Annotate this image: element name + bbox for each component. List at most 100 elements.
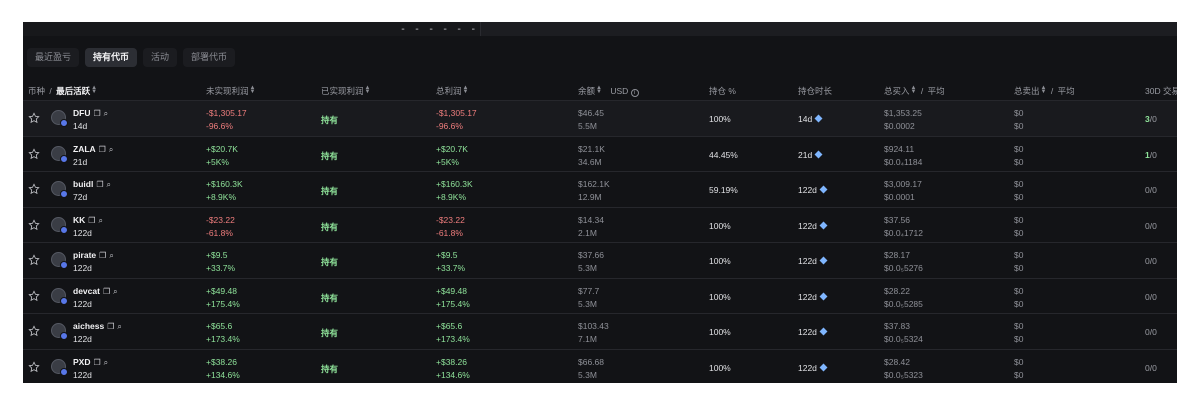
balance-usd: $103.43 [578,321,609,331]
last-active: 14d [73,121,88,131]
search-icon[interactable]: ⌕ [109,145,113,155]
diamond-icon [819,256,828,265]
chain-badge-icon [60,261,68,269]
header-total[interactable]: 总利润▲ ▼ [436,85,468,97]
unrealized-usd: +$38.26 [206,356,237,367]
unrealized-usd: -$23.22 [206,214,235,225]
search-icon[interactable]: ⌕ [117,322,121,332]
table-row[interactable]: ZALA ❐ ⌕ 21d +$20.7K +5K% 持有 +$20.7K +5K% … [23,135,1177,172]
balance-amount: 5.5M [578,121,597,131]
chain-badge-icon [60,367,68,376]
table-row[interactable]: pirate ❐ ⌕ 122d +$9.5 +33.7% 持有 +$9.5 +33.… [23,242,1177,278]
sold-avg: $0 [1014,227,1024,238]
bought-avg: $0.0₄1712 [884,227,923,238]
token-name[interactable]: PXD ❐ ⌕ [73,357,108,368]
sold-avg: $0 [1014,298,1024,309]
copy-icon[interactable]: ❐ [107,322,114,331]
token-avatar [51,252,68,269]
token-name[interactable]: aichess ❐ ⌕ [73,321,122,332]
tab-holdings[interactable]: 持有代币 [85,48,138,67]
bought-usd: $3,009.17 [884,179,922,189]
tab-deployed[interactable]: 部署代币 [183,48,236,67]
search-icon[interactable]: ⌕ [113,287,117,297]
diamond-icon [814,150,823,158]
chain-badge-icon [60,332,68,340]
holding-pct: 59.19% [709,185,738,195]
trades-30d: 0/0 [1145,291,1157,302]
info-icon[interactable]: i [630,89,639,97]
total-pct: +5K% [436,156,459,167]
copy-icon[interactable]: ❐ [93,358,100,367]
search-icon[interactable]: ⌕ [104,358,108,368]
table-row[interactable]: PXD ❐ ⌕ 122d +$38.26 +134.6% 持有 +$38.26 +1… [23,348,1177,384]
sold-avg: $0 [1014,192,1024,202]
balance-usd: $162.1K [578,179,610,189]
search-icon[interactable]: ⌕ [98,216,102,226]
table-row[interactable]: aichess ❐ ⌕ 122d +$65.6 +173.4% 持有 +$65.6 … [23,313,1177,349]
token-name[interactable]: buidl ❐ ⌕ [73,179,111,190]
star-icon[interactable] [28,325,40,337]
balance-usd: $77.7 [578,285,600,296]
token-name[interactable]: DFU ❐ ⌕ [73,108,108,119]
header-trades-30d: 30D 交易 [1145,86,1177,96]
unrealized-usd: -$1,305.17 [206,108,247,118]
total-usd: +$9.5 [436,250,458,260]
table-row[interactable]: DFU ❐ ⌕ 14d -$1,305.17 -96.6% 持有 -$1,305.1… [23,100,1177,136]
copy-icon[interactable]: ❐ [93,109,100,118]
unrealized-pct: -96.6% [206,121,233,131]
total-pct: +175.4% [436,298,470,309]
tab-recent-pnl[interactable]: 最近盈亏 [27,48,80,67]
search-icon[interactable]: ⌕ [106,180,110,190]
tab-activity[interactable]: 活动 [143,48,178,67]
token-name[interactable]: devcat ❐ ⌕ [73,286,118,297]
star-icon[interactable] [28,254,40,266]
balance-amount: 5.3M [578,263,597,273]
holding-time: 122d [798,327,828,337]
header-realized[interactable]: 已实现利润▲ ▼ [321,85,370,97]
star-icon[interactable] [28,360,40,373]
star-icon[interactable] [28,289,40,302]
star-icon[interactable] [28,183,40,195]
unrealized-pct: +134.6% [206,369,240,380]
token-avatar [51,323,68,340]
sold-avg: $0 [1014,156,1024,167]
bought-avg: $0.0₄1184 [884,156,923,167]
balance-usd: $21.1K [578,143,605,154]
copy-icon[interactable]: ❐ [88,216,95,225]
copy-icon[interactable]: ❐ [99,145,106,154]
header-bought[interactable]: 总买入▲ ▼ / 平均 [884,85,945,97]
realized-status: 持有 [321,292,339,303]
holding-pct: 100% [709,220,731,231]
bought-usd: $37.83 [884,321,910,331]
table-row[interactable]: devcat ❐ ⌕ 122d +$49.48 +175.4% 持有 +$49.48… [23,277,1177,314]
table-row[interactable]: KK ❐ ⌕ 122d -$23.22 -61.8% 持有 -$23.22 -61.… [23,206,1177,243]
token-name[interactable]: ZALA ❐ ⌕ [73,144,113,155]
token-name[interactable]: pirate ❐ ⌕ [73,250,114,261]
token-name[interactable]: KK ❐ ⌕ [73,215,103,226]
search-icon[interactable]: ⌕ [109,251,113,261]
holdings-panel: - - - - - - - 最近盈亏 持有代币 活动 部署代币 币种 / 最后活… [23,22,1177,383]
copy-icon[interactable]: ❐ [103,287,110,296]
header-token[interactable]: 币种 / 最后活跃▲ ▼ [28,85,97,97]
star-icon[interactable] [28,112,40,124]
total-pct: +33.7% [436,263,466,273]
holding-pct: 100% [709,362,731,373]
header-unrealized[interactable]: 未实现利润▲ ▼ [206,85,255,97]
diamond-icon [819,327,828,336]
header-sold[interactable]: 总卖出▲ ▼ / 平均 [1014,85,1075,97]
unrealized-pct: +5K% [206,156,229,167]
header-balance[interactable]: 余额▲ ▼ USD i [578,85,639,97]
sold-usd: $0 [1014,285,1024,296]
last-active: 122d [73,298,92,309]
last-active: 72d [73,192,88,202]
realized-status: 持有 [321,115,339,125]
search-icon[interactable]: ⌕ [104,109,108,119]
chain-badge-icon [60,119,68,127]
copy-icon[interactable]: ❐ [96,180,103,189]
star-icon[interactable] [28,147,40,160]
copy-icon[interactable]: ❐ [99,251,106,260]
realized-status: 持有 [321,186,339,196]
sold-usd: $0 [1014,321,1024,331]
star-icon[interactable] [28,218,40,231]
table-row[interactable]: buidl ❐ ⌕ 72d +$160.3K +8.9K% 持有 +$160.3K … [23,171,1177,207]
